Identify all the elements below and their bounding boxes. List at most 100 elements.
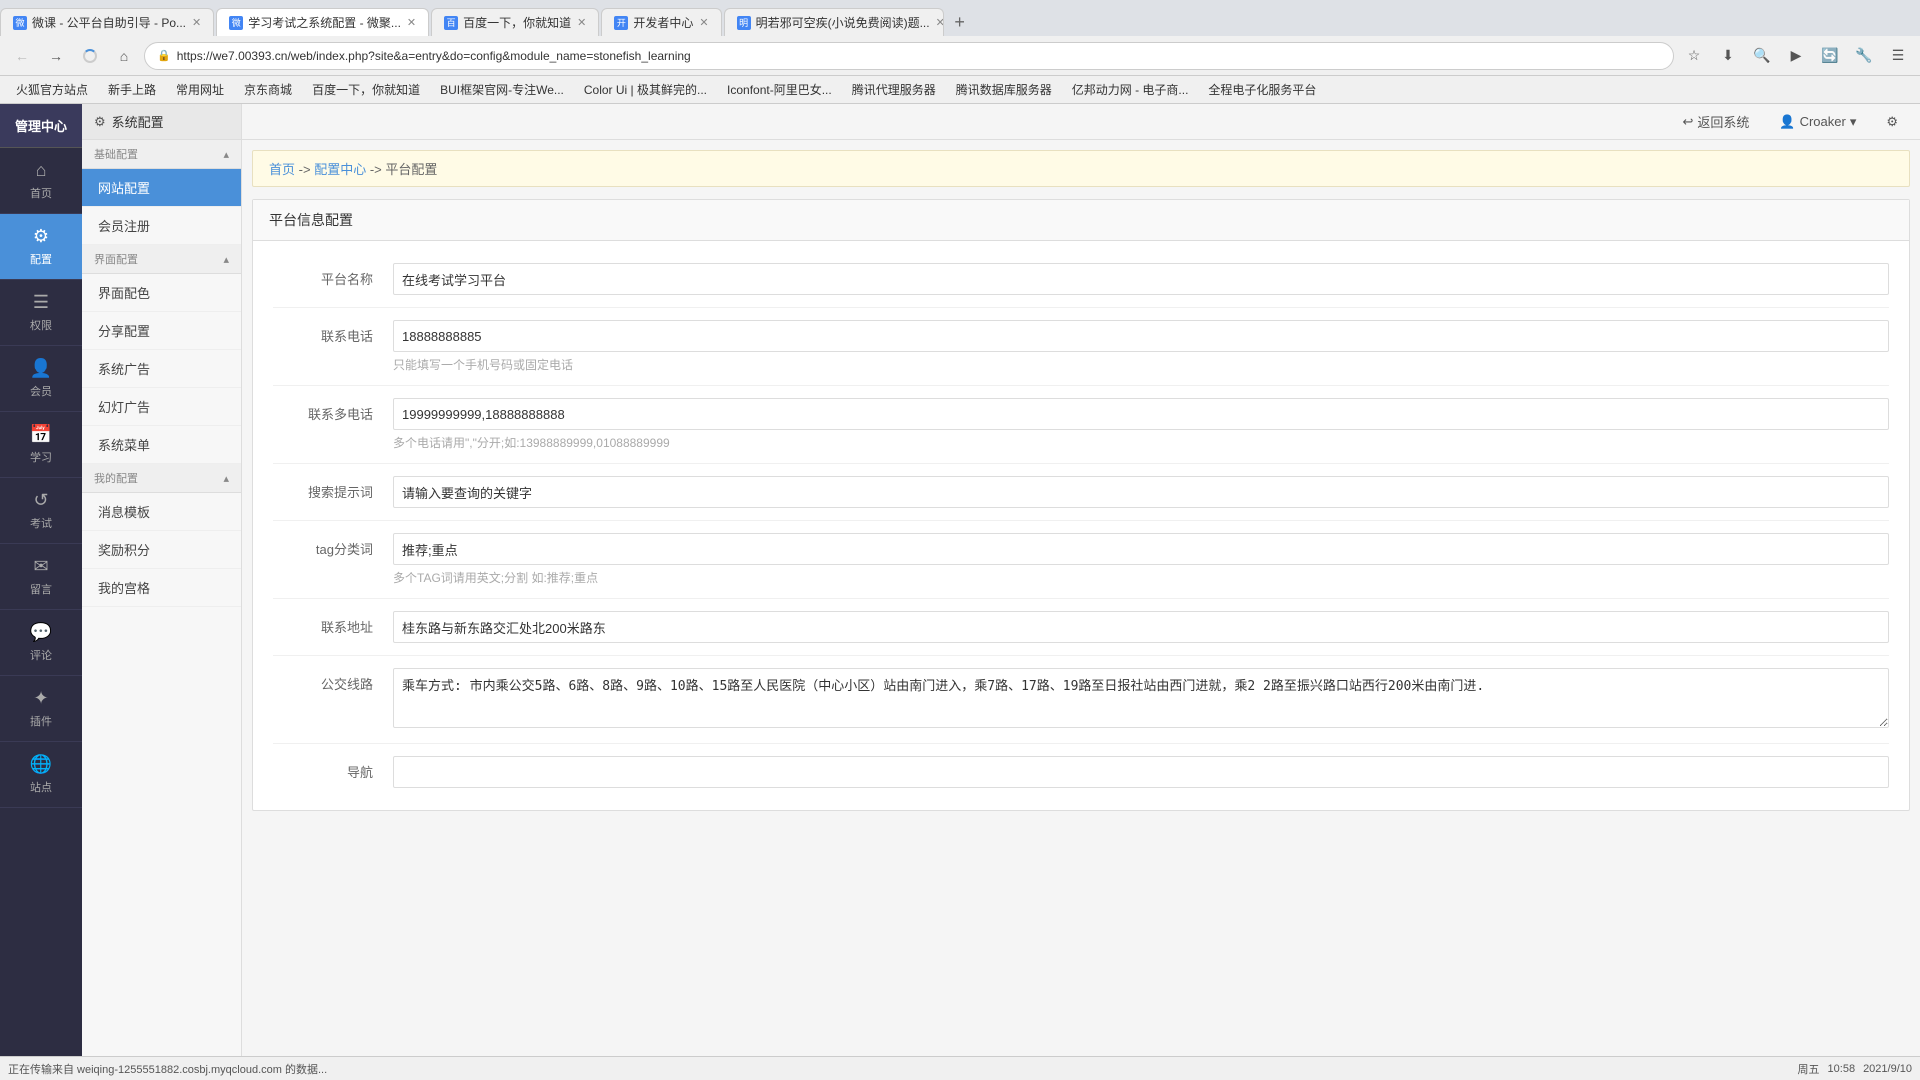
tab-3-close[interactable]: ✕ bbox=[577, 16, 586, 29]
interface-config-section[interactable]: 界面配置 ▴ bbox=[82, 245, 241, 274]
bookmark-11[interactable]: 亿邦动力网 - 电子商... bbox=[1064, 79, 1197, 100]
bookmark-4[interactable]: 京东商城 bbox=[236, 79, 300, 100]
breadcrumb-home[interactable]: 首页 bbox=[269, 162, 295, 177]
bookmark-2[interactable]: 新手上路 bbox=[100, 79, 164, 100]
sidebar-item-sites[interactable]: 🌐 站点 bbox=[0, 742, 82, 808]
bus-route-textarea[interactable]: 乘车方式: 市内乘公交5路、6路、8路、9路、10路、15路至人民医院（中心小区… bbox=[393, 668, 1889, 728]
secondary-item-website-config[interactable]: 网站配置 bbox=[82, 169, 241, 207]
sidebar-item-members[interactable]: 👤 会员 bbox=[0, 346, 82, 412]
my-config-label: 我的配置 bbox=[94, 470, 138, 486]
media-button[interactable]: ▶ bbox=[1782, 42, 1810, 70]
tab-4-close[interactable]: ✕ bbox=[699, 16, 708, 29]
search-hint-input[interactable] bbox=[393, 476, 1889, 508]
bookmark-5-label: 百度一下，你就知道 bbox=[312, 81, 420, 98]
interface-config-label: 界面配置 bbox=[94, 251, 138, 267]
main-content: 首页 -> 配置中心 -> 平台配置 平台信息配置 平台名称 bbox=[242, 140, 1920, 1056]
secondary-item-system-ad[interactable]: 系统广告 bbox=[82, 350, 241, 388]
sidebar-item-messages-label: 留言 bbox=[30, 581, 52, 597]
back-button[interactable]: ← bbox=[8, 42, 36, 70]
sidebar-item-home-label: 首页 bbox=[30, 185, 52, 201]
learning-icon: 📅 bbox=[30, 424, 52, 445]
sidebar-item-exam-label: 考试 bbox=[30, 515, 52, 531]
secondary-item-share-config[interactable]: 分享配置 bbox=[82, 312, 241, 350]
status-time: 10:58 bbox=[1828, 1063, 1856, 1075]
new-tab-button[interactable]: + bbox=[946, 8, 974, 36]
breadcrumb-sep2: -> bbox=[370, 162, 386, 177]
sidebar-item-learning-label: 学习 bbox=[30, 449, 52, 465]
sidebar-item-messages[interactable]: ✉ 留言 bbox=[0, 544, 82, 610]
tab-4[interactable]: 开 开发者中心 ✕ bbox=[601, 8, 721, 36]
my-config-section[interactable]: 我的配置 ▴ bbox=[82, 464, 241, 493]
zoom-button[interactable]: 🔍 bbox=[1748, 42, 1776, 70]
interface-config-toggle: ▴ bbox=[223, 253, 229, 266]
sidebar-item-plugins-label: 插件 bbox=[30, 713, 52, 729]
bookmark-1[interactable]: 火狐官方站点 bbox=[8, 79, 96, 100]
status-bar-right: 周五 10:58 2021/9/10 bbox=[1798, 1061, 1912, 1077]
reload-button[interactable] bbox=[76, 42, 104, 70]
search-hint-label: 搜索提示词 bbox=[273, 476, 393, 501]
tab-1-close[interactable]: ✕ bbox=[192, 16, 201, 29]
sync-button[interactable]: 🔄 bbox=[1816, 42, 1844, 70]
bookmark-12[interactable]: 全程电子化服务平台 bbox=[1200, 79, 1324, 100]
sidebar-item-plugins[interactable]: ✦ 插件 bbox=[0, 676, 82, 742]
bookmark-11-label: 亿邦动力网 - 电子商... bbox=[1072, 81, 1189, 98]
tab-1[interactable]: 微 微课 - 公平台自助引导 - Po... ✕ bbox=[0, 8, 214, 36]
settings-button[interactable]: ⚙ bbox=[1876, 110, 1908, 134]
bookmark-8[interactable]: Iconfont-阿里巴女... bbox=[719, 79, 840, 100]
contact-address-input[interactable] bbox=[393, 611, 1889, 643]
sidebar: 管理中心 ⌂ 首页 ⚙ 配置 ☰ 权限 👤 会员 📅 学习 ↺ 考试 ✉ 留言 bbox=[0, 104, 82, 1056]
bookmark-5[interactable]: 百度一下，你就知道 bbox=[304, 79, 428, 100]
bookmark-3[interactable]: 常用网址 bbox=[168, 79, 232, 100]
contact-address-label: 联系地址 bbox=[273, 611, 393, 636]
secondary-item-my-palace[interactable]: 我的宫格 bbox=[82, 569, 241, 607]
bookmark-10[interactable]: 腾讯数据库服务器 bbox=[948, 79, 1060, 100]
home-button[interactable]: ⌂ bbox=[110, 42, 138, 70]
secondary-item-member-register[interactable]: 会员注册 bbox=[82, 207, 241, 245]
bookmark-9[interactable]: 腾讯代理服务器 bbox=[844, 79, 944, 100]
return-system-button[interactable]: ↩ 返回系统 bbox=[1672, 108, 1759, 135]
tag-category-input[interactable] bbox=[393, 533, 1889, 565]
form-row-contact-address: 联系地址 bbox=[273, 599, 1889, 656]
tab-2[interactable]: 微 学习考试之系统配置 - 微聚... ✕ bbox=[216, 8, 429, 36]
sidebar-item-exam[interactable]: ↺ 考试 bbox=[0, 478, 82, 544]
contact-phone-input[interactable] bbox=[393, 320, 1889, 352]
tab-5-close[interactable]: ✕ bbox=[936, 16, 944, 29]
breadcrumb: 首页 -> 配置中心 -> 平台配置 bbox=[252, 150, 1910, 187]
tab-2-close[interactable]: ✕ bbox=[407, 16, 416, 29]
basic-config-section[interactable]: 基础配置 ▴ bbox=[82, 140, 241, 169]
contact-address-field bbox=[393, 611, 1889, 643]
bookmark-7[interactable]: Color Ui | 极其鲜完的... bbox=[576, 79, 715, 100]
address-bar[interactable]: 🔒 https://we7.00393.cn/web/index.php?sit… bbox=[144, 42, 1674, 70]
form-row-search-hint: 搜索提示词 bbox=[273, 464, 1889, 521]
tab-5-icon: 明 bbox=[737, 16, 751, 30]
bookmark-6[interactable]: BUI框架官网-专注We... bbox=[432, 79, 572, 100]
form-row-tag-category: tag分类词 多个TAG词请用英文;分割 如:推荐;重点 bbox=[273, 521, 1889, 599]
breadcrumb-config-center[interactable]: 配置中心 bbox=[314, 162, 366, 177]
tab-5[interactable]: 明 明若邪可空疾(小说免费阅读)题... ✕ bbox=[724, 8, 944, 36]
secondary-sidebar: ⚙ 系统配置 基础配置 ▴ 网站配置 会员注册 界面配置 ▴ 界面配色 分享配置… bbox=[82, 104, 242, 1056]
secondary-item-reward-points[interactable]: 奖励积分 bbox=[82, 531, 241, 569]
secondary-item-interface-color[interactable]: 界面配色 bbox=[82, 274, 241, 312]
sidebar-item-comments[interactable]: 💬 评论 bbox=[0, 610, 82, 676]
sidebar-item-config[interactable]: ⚙ 配置 bbox=[0, 214, 82, 280]
sidebar-item-permissions[interactable]: ☰ 权限 bbox=[0, 280, 82, 346]
platform-name-label: 平台名称 bbox=[273, 263, 393, 288]
secondary-item-system-menu[interactable]: 系统菜单 bbox=[82, 426, 241, 464]
user-menu-button[interactable]: 👤 Croaker ▾ bbox=[1769, 110, 1866, 134]
secondary-item-slideshow-ad[interactable]: 幻灯广告 bbox=[82, 388, 241, 426]
download-button[interactable]: ⬇ bbox=[1714, 42, 1742, 70]
tools-button[interactable]: 🔧 bbox=[1850, 42, 1878, 70]
secondary-item-message-template[interactable]: 消息模板 bbox=[82, 493, 241, 531]
sidebar-item-home[interactable]: ⌂ 首页 bbox=[0, 148, 82, 214]
sidebar-item-learning[interactable]: 📅 学习 bbox=[0, 412, 82, 478]
forward-button[interactable]: → bbox=[42, 42, 70, 70]
return-label: 返回系统 bbox=[1697, 112, 1749, 131]
navigation-input[interactable] bbox=[393, 756, 1889, 788]
tab-3[interactable]: 百 百度一下，你就知道 ✕ bbox=[431, 8, 599, 36]
bookmark-button[interactable]: ☆ bbox=[1680, 42, 1708, 70]
multiple-phones-input[interactable] bbox=[393, 398, 1889, 430]
menu-button[interactable]: ☰ bbox=[1884, 42, 1912, 70]
tab-1-title: 微课 - 公平台自助引导 - Po... bbox=[32, 14, 186, 31]
platform-name-input[interactable] bbox=[393, 263, 1889, 295]
basic-config-label: 基础配置 bbox=[94, 146, 138, 162]
